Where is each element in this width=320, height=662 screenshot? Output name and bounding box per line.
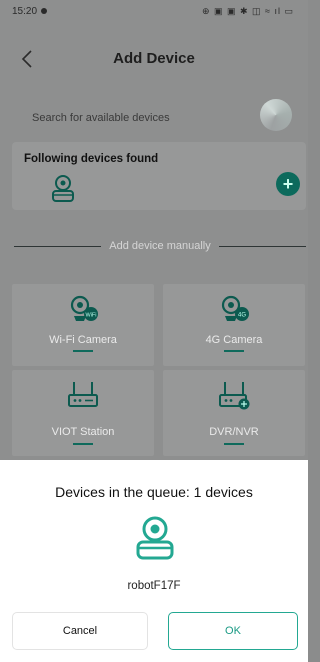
tile-4g-camera[interactable]: 4G 4G Camera (163, 284, 305, 366)
status-bar: 15:20 ⊕ ▣ ▣ ✱ ◫ ≈ ıl ▭ (0, 0, 308, 22)
divider-line-right (218, 245, 307, 247)
wifi-badge-text: WiFi (86, 313, 97, 319)
wifi-camera-icon: WiFi (70, 295, 98, 321)
robot-camera-icon (136, 516, 174, 560)
divider-line-left (14, 245, 102, 247)
manual-divider-label: Add device manually (109, 240, 211, 252)
queue-title: Devices in the queue: 1 devices (55, 484, 253, 500)
tile-label: Wi-Fi Camera (49, 334, 117, 346)
found-devices-card: Following devices found + (12, 142, 306, 210)
queue-device-name: robotF17F (127, 580, 181, 592)
status-time-text: 15:20 (12, 5, 38, 17)
tile-underline (224, 350, 244, 352)
tile-label: 4G Camera (205, 334, 263, 346)
tile-wifi-camera[interactable]: WiFi Wi-Fi Camera (12, 284, 154, 366)
search-status-text: Search for available devices (32, 112, 170, 124)
4g-camera-icon: 4G (221, 295, 249, 321)
station-router-icon (68, 382, 98, 407)
tile-dvr-nvr[interactable]: DVR/NVR (163, 370, 305, 456)
tile-label: DVR/NVR (209, 426, 259, 438)
tile-underline (73, 350, 93, 352)
tile-underline (73, 443, 93, 445)
tile-label: VIOT Station (51, 426, 115, 438)
search-devices-row: Search for available devices (12, 95, 302, 139)
camera-device-icon[interactable] (48, 174, 78, 204)
device-queue-sheet: Devices in the queue: 1 devices robotF17… (0, 460, 308, 662)
4g-badge-text: 4G (238, 313, 246, 319)
status-icons: ⊕ ▣ ▣ ✱ ◫ ≈ ıl ▭ (201, 5, 294, 16)
ok-button[interactable]: OK (168, 612, 298, 650)
radar-spinner-icon (260, 99, 292, 131)
tile-viot-station[interactable]: VIOT Station (12, 370, 154, 456)
header: Add Device (0, 40, 308, 80)
page-title: Add Device (113, 50, 195, 67)
add-device-plus-icon[interactable]: + (276, 172, 300, 196)
status-time: 15:20 (12, 5, 48, 17)
dvr-recorder-icon (219, 382, 250, 410)
add-device-screen: 15:20 ⊕ ▣ ▣ ✱ ◫ ≈ ıl ▭ Add Device Search… (0, 0, 308, 662)
manual-divider: Add device manually (14, 236, 307, 256)
cancel-button[interactable]: Cancel (12, 612, 148, 650)
tile-underline (224, 443, 244, 445)
found-devices-title: Following devices found (24, 153, 159, 165)
notification-dot-icon (41, 8, 48, 14)
